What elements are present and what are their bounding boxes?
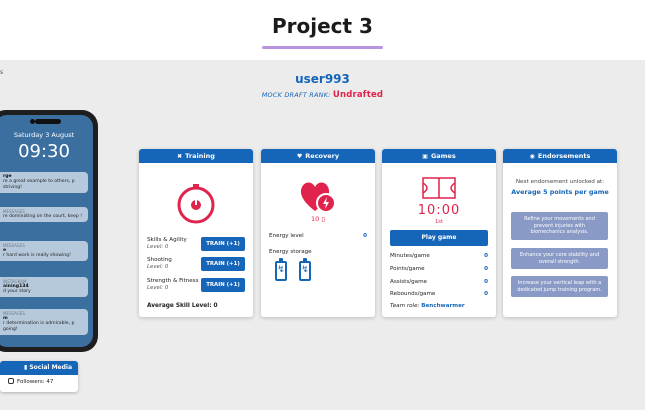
notification[interactable]: MESSAGES e r hard work is really showing… xyxy=(0,241,88,262)
next-game-time: 10:00 xyxy=(417,203,461,218)
bolt-icon: ↯ xyxy=(301,265,309,275)
energy-level-label: Energy level xyxy=(269,233,304,239)
stat-label: Assists/game xyxy=(390,279,427,285)
skill-skills-agility: Skills & Agility Level: 0 xyxy=(147,237,187,250)
notification[interactable]: rge re a great example to others, p stri… xyxy=(0,172,88,193)
energy-storage-label: Energy storage xyxy=(269,249,312,255)
play-game-button[interactable]: Play game xyxy=(390,230,488,246)
average-skill-level: Average Skill Level: 0 xyxy=(147,303,218,309)
social-media-body: Followers: 47 xyxy=(0,375,78,390)
rank-label: MOCK DRAFT RANK: xyxy=(261,91,331,99)
notification-message: r hard work is really showing! xyxy=(3,253,71,259)
battery-icon[interactable]: ↯ xyxy=(299,258,311,281)
energy-value: 10 ▯ xyxy=(261,215,375,223)
username: user993 xyxy=(295,72,350,86)
stat-value: 0 xyxy=(484,253,488,259)
instagram-icon xyxy=(8,378,14,384)
bolt-icon: ↯ xyxy=(277,265,285,275)
team-role-label: Team role: xyxy=(390,303,420,309)
stat-label: Points/game xyxy=(390,266,425,272)
stat-value: 0 xyxy=(484,291,488,297)
phone-time: 09:30 xyxy=(18,141,70,162)
energy-number: 10 xyxy=(311,215,320,223)
games-title: Games xyxy=(430,152,456,160)
next-game-quarter: 1st xyxy=(435,219,443,225)
endorsement-item[interactable]: Enhance your core stability and overall … xyxy=(511,248,608,269)
notification-message: d your story xyxy=(3,289,31,295)
endorsement-item[interactable]: Increase your vertical leap with a dedic… xyxy=(511,276,608,297)
social-media-header: ▮ Social Media xyxy=(0,361,78,375)
eye-icon: ◉ xyxy=(529,153,535,160)
skill-name: Shooting xyxy=(147,257,172,263)
phone-screen: Saturday 3 August 09:30 rge re a great e… xyxy=(0,115,93,347)
endorsement-goal: Average 5 points per game xyxy=(511,188,609,196)
skill-name: Skills & Agility xyxy=(147,237,187,243)
notification-message: re a great example to others, p striving… xyxy=(3,179,75,191)
recovery-icon: ♥ xyxy=(296,153,303,160)
phone-date: Saturday 3 August xyxy=(13,131,75,139)
notification[interactable]: INSTAGRAM aining134 d your story xyxy=(0,277,88,298)
followers-count: Followers: 47 xyxy=(17,379,54,385)
recovery-card: ♥ Recovery 10 ▯ Energy level 0 Energy sto… xyxy=(261,149,375,317)
training-header: ✖ Training xyxy=(139,149,253,163)
top-header: Project 3 xyxy=(0,0,645,60)
notification[interactable]: MESSAGES m r determination is admirable,… xyxy=(0,309,88,335)
games-card: ▣ Games 10:00 1st Play game Minutes/game … xyxy=(382,149,496,317)
training-title: Training xyxy=(185,152,215,160)
train-shooting-button[interactable]: TRAIN (+1) xyxy=(201,257,245,271)
energy-level-value: 0 xyxy=(363,233,367,239)
stat-label: Minutes/game xyxy=(390,253,430,259)
next-endorsement-text: Next endorsement unlocked at: xyxy=(515,179,605,185)
endorsement-item[interactable]: Refine your movements and prevent injuri… xyxy=(511,212,608,240)
social-media-card[interactable]: ▮ Social Media Followers: 47 xyxy=(0,361,78,392)
notification-message: r determination is admirable, p going! xyxy=(3,321,75,333)
stat-value: 0 xyxy=(484,266,488,272)
notification-message: re dominating on the court, keep ! xyxy=(3,214,83,219)
team-role: Team role: Benchwarmer xyxy=(390,303,465,309)
training-card: ✖ Training Skills & Agility Level: 0 TRAI… xyxy=(139,149,253,317)
skill-name: Strength & Fitness xyxy=(147,278,199,284)
title-underline xyxy=(262,46,383,49)
recovery-header: ♥ Recovery xyxy=(261,149,375,163)
basketball-court-icon xyxy=(422,177,456,199)
page-title: Project 3 xyxy=(272,14,373,38)
skill-shooting: Shooting Level: 0 xyxy=(147,257,172,270)
notification[interactable]: MESSAGES re dominating on the court, kee… xyxy=(0,207,88,222)
battery-icon[interactable]: ↯ xyxy=(275,258,287,281)
battery-small-icon: ▯ xyxy=(321,215,325,223)
skill-strength-fitness: Strength & Fitness Level: 0 xyxy=(147,278,199,291)
energy-heart-icon xyxy=(300,182,336,213)
phone-mockup: Saturday 3 August 09:30 rge re a great e… xyxy=(0,110,98,352)
endorsements-title: Endorsements xyxy=(537,152,591,160)
skill-level: Level: 0 xyxy=(147,284,169,291)
skill-level: Level: 0 xyxy=(147,263,169,270)
stopwatch-icon xyxy=(177,184,215,224)
endorsements-card: ◉ Endorsements Next endorsement unlocked … xyxy=(503,149,617,317)
calendar-icon: ▣ xyxy=(422,153,428,160)
recovery-title: Recovery xyxy=(305,152,340,160)
rank-value: Undrafted xyxy=(332,90,384,100)
person-icon: ✖ xyxy=(177,153,183,160)
stat-label: Rebounds/game xyxy=(390,291,436,297)
skill-level: Level: 0 xyxy=(147,243,169,250)
games-header: ▣ Games xyxy=(382,149,496,163)
endorsements-header: ◉ Endorsements xyxy=(503,149,617,163)
train-skills-agility-button[interactable]: TRAIN (+1) xyxy=(201,237,245,251)
train-strength-fitness-button[interactable]: TRAIN (+1) xyxy=(201,278,245,292)
bar-chart-icon: ▮ xyxy=(24,364,28,371)
mock-draft-rank: MOCK DRAFT RANK: Undrafted xyxy=(0,90,645,100)
social-media-title: Social Media xyxy=(29,364,73,371)
team-role-value: Benchwarmer xyxy=(421,303,465,309)
phone-notch xyxy=(35,119,61,124)
stat-value: 0 xyxy=(484,279,488,285)
